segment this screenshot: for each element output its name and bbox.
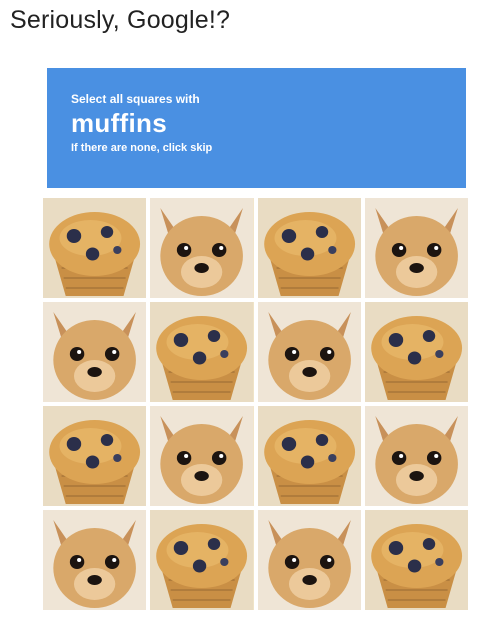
chihuahua-image — [257, 510, 361, 610]
captcha-tile-13[interactable] — [43, 510, 147, 610]
captcha-hint: If there are none, click skip — [71, 142, 213, 154]
muffin-image — [257, 406, 361, 506]
captcha-tile-10[interactable] — [150, 406, 254, 506]
muffin-image — [150, 302, 254, 402]
captcha-tile-5[interactable] — [43, 302, 147, 402]
chihuahua-image — [257, 302, 361, 402]
captcha-tile-15[interactable] — [257, 510, 361, 610]
captcha-tile-2[interactable] — [150, 198, 254, 298]
muffin-image — [43, 198, 147, 298]
captcha-keyword: muffins — [71, 108, 167, 138]
captcha-tile-1[interactable] — [43, 198, 147, 298]
chihuahua-image — [43, 510, 147, 610]
muffin-image — [364, 302, 468, 402]
captcha-tile-12[interactable] — [364, 406, 468, 506]
chihuahua-image — [150, 198, 254, 298]
muffin-image — [150, 510, 254, 610]
captcha-tile-14[interactable] — [150, 510, 254, 610]
meme-caption: Seriously, Google!? — [10, 6, 231, 34]
captcha-tile-7[interactable] — [257, 302, 361, 402]
chihuahua-image — [43, 302, 147, 402]
captcha-tile-9[interactable] — [43, 406, 147, 506]
captcha-header: Select all squares with muffins If there… — [47, 68, 466, 188]
captcha-tile-8[interactable] — [364, 302, 468, 402]
captcha-tile-3[interactable] — [257, 198, 361, 298]
captcha-tile-4[interactable] — [364, 198, 468, 298]
muffin-image — [364, 510, 468, 610]
captcha-tile-16[interactable] — [364, 510, 468, 610]
chihuahua-image — [364, 406, 468, 506]
captcha-instruction: Select all squares with — [71, 92, 200, 106]
muffin-image — [43, 406, 147, 506]
captcha-tile-6[interactable] — [150, 302, 254, 402]
chihuahua-image — [150, 406, 254, 506]
chihuahua-image — [364, 198, 468, 298]
captcha-image-grid — [43, 198, 468, 610]
muffin-image — [257, 198, 361, 298]
captcha-tile-11[interactable] — [257, 406, 361, 506]
